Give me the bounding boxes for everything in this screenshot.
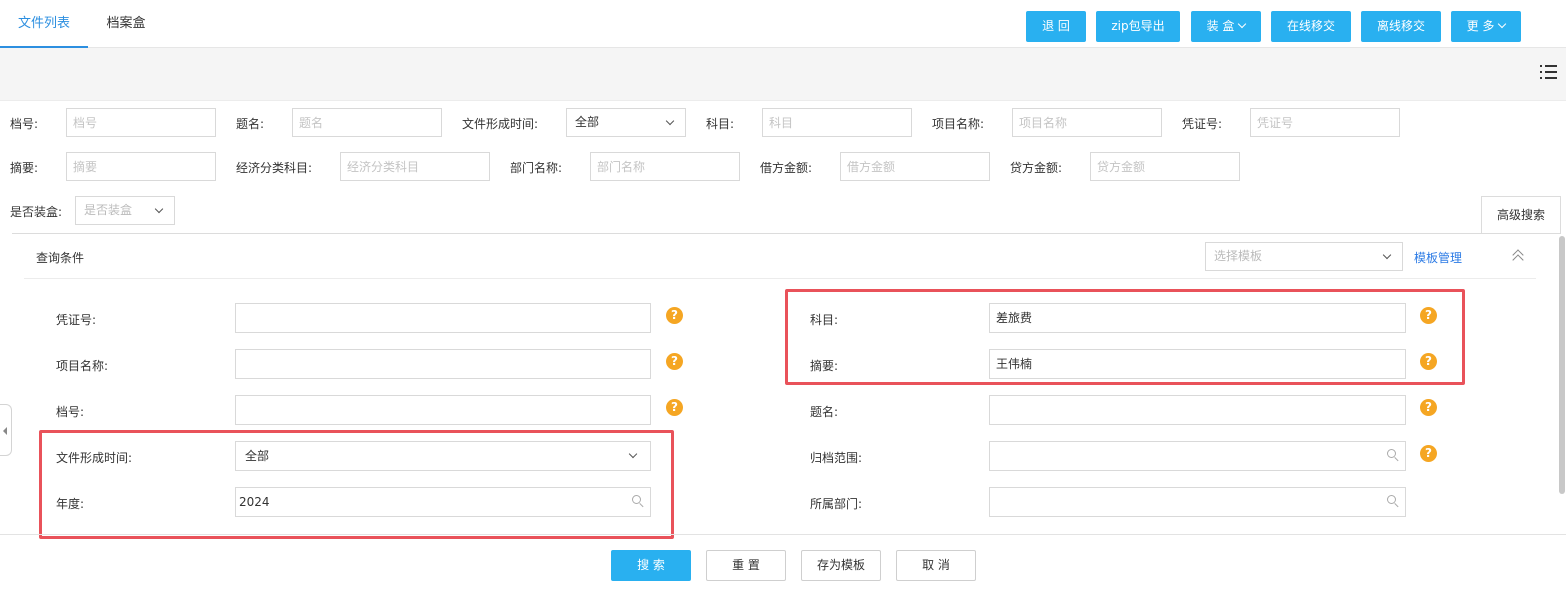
template-select[interactable]: 选择模板	[1205, 242, 1403, 271]
help-icon[interactable]: ?	[1420, 399, 1437, 416]
credit-input[interactable]	[1090, 152, 1240, 181]
project-name-label: 项目名称:	[932, 117, 985, 131]
help-icon[interactable]: ?	[666, 399, 683, 416]
tab-file-list[interactable]: 文件列表	[0, 0, 88, 48]
adv-title-label: 题名:	[810, 405, 839, 419]
zip-export-button[interactable]: zip包导出	[1096, 11, 1180, 42]
chevron-down-icon	[1238, 19, 1247, 29]
search-icon[interactable]	[1387, 495, 1399, 508]
chevron-down-icon	[665, 116, 675, 126]
debit-input[interactable]	[840, 152, 990, 181]
query-condition-title: 查询条件	[36, 251, 85, 265]
more-button[interactable]: 更 多	[1451, 11, 1521, 42]
chevron-down-icon	[154, 204, 164, 214]
box-button[interactable]: 装 盒	[1191, 11, 1261, 42]
cancel-button[interactable]: 取 消	[896, 550, 976, 581]
online-transfer-button[interactable]: 在线移交	[1271, 11, 1351, 42]
adv-voucher-no-input[interactable]	[235, 303, 651, 333]
highlight-box	[785, 289, 1465, 385]
voucher-no-label: 凭证号:	[1182, 117, 1223, 131]
chevron-down-icon	[1498, 19, 1507, 29]
save-template-button[interactable]: 存为模板	[801, 550, 881, 581]
adv-archive-scope-label: 归档范围:	[810, 451, 863, 465]
help-icon[interactable]: ?	[666, 307, 683, 324]
panel-divider	[24, 278, 1536, 279]
back-button[interactable]: 退 回	[1026, 11, 1086, 42]
econ-subject-label: 经济分类科目:	[236, 161, 313, 175]
adv-title-input[interactable]	[989, 395, 1406, 425]
reset-button[interactable]: 重 置	[706, 550, 786, 581]
summary-label: 摘要:	[10, 161, 39, 175]
summary-input[interactable]	[66, 152, 216, 181]
archive-no-label: 档号:	[10, 117, 39, 131]
list-view-icon[interactable]	[1540, 64, 1557, 80]
advanced-search-tab[interactable]: 高级搜索	[1481, 196, 1561, 234]
adv-archive-scope-input[interactable]	[989, 441, 1406, 471]
adv-voucher-no-label: 凭证号:	[56, 313, 97, 327]
adv-department-input[interactable]	[989, 487, 1406, 517]
tab-archive-box[interactable]: 档案盒	[88, 0, 164, 48]
adv-project-name-input[interactable]	[235, 349, 651, 379]
offline-transfer-button[interactable]: 离线移交	[1361, 11, 1441, 42]
adv-archive-no-input[interactable]	[235, 395, 651, 425]
search-icon[interactable]	[1387, 449, 1399, 462]
help-icon[interactable]: ?	[1420, 445, 1437, 462]
form-time-label: 文件形成时间:	[462, 117, 539, 131]
credit-label: 贷方金额:	[1010, 161, 1063, 175]
scrollbar[interactable]	[1559, 236, 1565, 494]
boxed-label: 是否装盒:	[10, 205, 63, 219]
subject-input[interactable]	[762, 108, 912, 137]
voucher-no-input[interactable]	[1250, 108, 1400, 137]
caret-left-icon	[3, 427, 7, 435]
form-time-select[interactable]: 全部	[566, 108, 686, 137]
adv-department-label: 所属部门:	[810, 497, 863, 511]
highlight-box	[39, 430, 674, 539]
collapse-icon[interactable]	[1512, 248, 1526, 266]
econ-subject-input[interactable]	[340, 152, 490, 181]
title-input[interactable]	[292, 108, 442, 137]
boxed-select[interactable]: 是否装盒	[75, 196, 175, 225]
help-icon[interactable]: ?	[666, 353, 683, 370]
template-manage-link[interactable]: 模板管理	[1414, 249, 1462, 266]
side-collapse-handle[interactable]	[0, 404, 12, 456]
title-label: 题名:	[236, 117, 265, 131]
chevron-down-icon	[1382, 250, 1392, 260]
adv-project-name-label: 项目名称:	[56, 359, 109, 373]
footer-divider	[0, 534, 1566, 535]
project-name-input[interactable]	[1012, 108, 1162, 137]
debit-label: 借方金额:	[760, 161, 813, 175]
search-button[interactable]: 搜 索	[611, 550, 691, 581]
subject-label: 科目:	[706, 117, 735, 131]
archive-no-input[interactable]	[66, 108, 216, 137]
adv-archive-no-label: 档号:	[56, 405, 85, 419]
toolbar	[0, 48, 1566, 101]
dept-name-input[interactable]	[590, 152, 740, 181]
dept-name-label: 部门名称:	[510, 161, 563, 175]
